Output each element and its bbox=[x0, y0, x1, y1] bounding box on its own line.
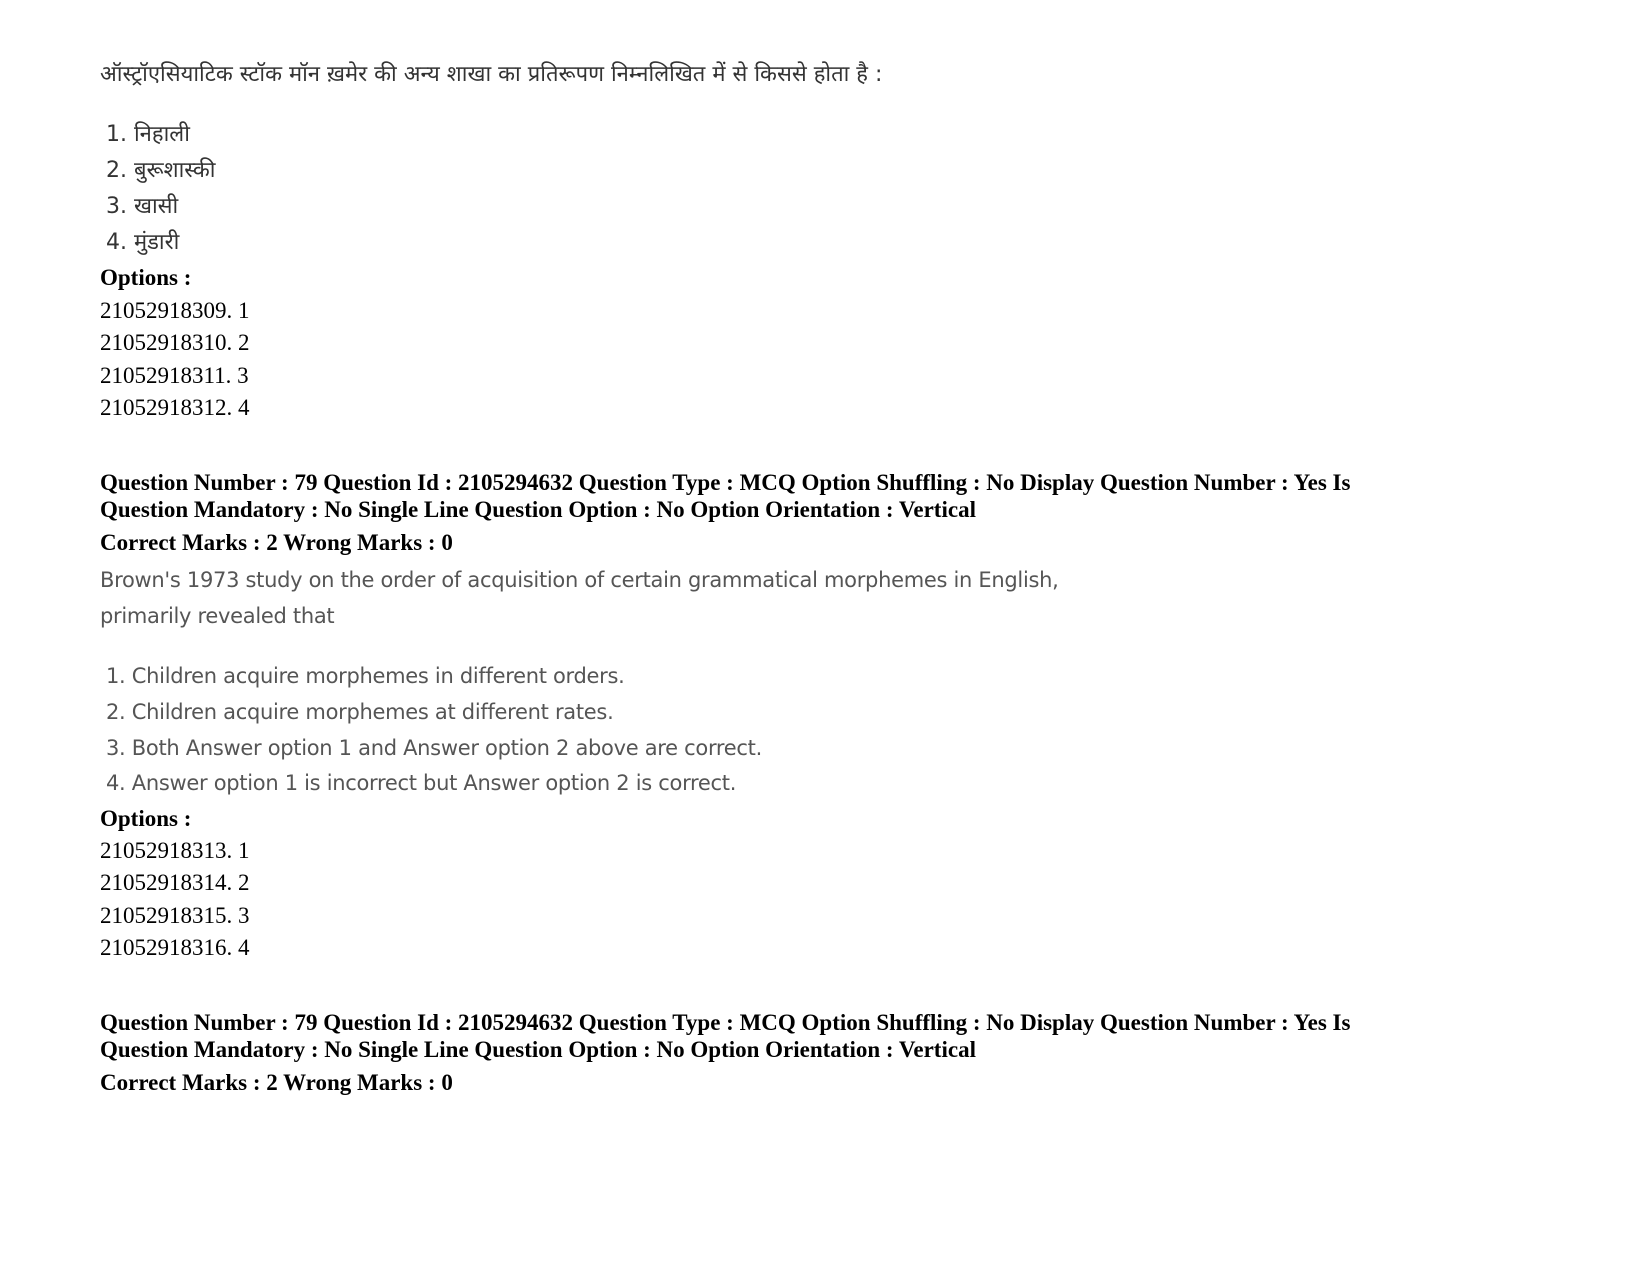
question-text-line-1: Brown's 1973 study on the order of acqui… bbox=[100, 568, 1059, 592]
marks-line: Correct Marks : 2 Wrong Marks : 0 bbox=[100, 1070, 453, 1095]
answer-choice: 2. Children acquire morphemes at differe… bbox=[106, 700, 614, 724]
marks-line: Correct Marks : 2 Wrong Marks : 0 bbox=[100, 530, 453, 555]
option-item: 21052918314. 2 bbox=[100, 870, 250, 895]
question-meta-line-1: Question Number : 79 Question Id : 21052… bbox=[100, 1010, 1351, 1035]
answer-choice: 1. Children acquire morphemes in differe… bbox=[106, 664, 625, 688]
question-meta-line-2: Question Mandatory : No Single Line Ques… bbox=[100, 1037, 976, 1062]
question-text-line-2: primarily revealed that bbox=[100, 604, 335, 628]
options-label: Options : bbox=[100, 806, 192, 831]
option-item: 21052918312. 4 bbox=[100, 395, 250, 420]
options-label: Options : bbox=[100, 265, 192, 290]
answer-choice: 3. खासी bbox=[106, 194, 179, 219]
option-item: 21052918309. 1 bbox=[100, 298, 250, 323]
option-item: 21052918310. 2 bbox=[100, 330, 250, 355]
question-meta-line-1: Question Number : 79 Question Id : 21052… bbox=[100, 470, 1351, 495]
answer-choice: 1. निहाली bbox=[106, 122, 190, 147]
option-item: 21052918315. 3 bbox=[100, 903, 250, 928]
option-item: 21052918316. 4 bbox=[100, 935, 250, 960]
option-item: 21052918311. 3 bbox=[100, 363, 249, 388]
answer-choice: 2. बुरूशास्की bbox=[106, 158, 216, 183]
answer-choice: 4. Answer option 1 is incorrect but Answ… bbox=[106, 771, 737, 795]
answer-choice: 4. मुंडारी bbox=[106, 230, 180, 255]
question-meta-line-2: Question Mandatory : No Single Line Ques… bbox=[100, 497, 976, 522]
question-text-hindi: ऑस्ट्रॉएसियाटिक स्टॉक मॉन ख़मेर की अन्य … bbox=[100, 62, 883, 87]
answer-choice: 3. Both Answer option 1 and Answer optio… bbox=[106, 736, 762, 760]
option-item: 21052918313. 1 bbox=[100, 838, 250, 863]
